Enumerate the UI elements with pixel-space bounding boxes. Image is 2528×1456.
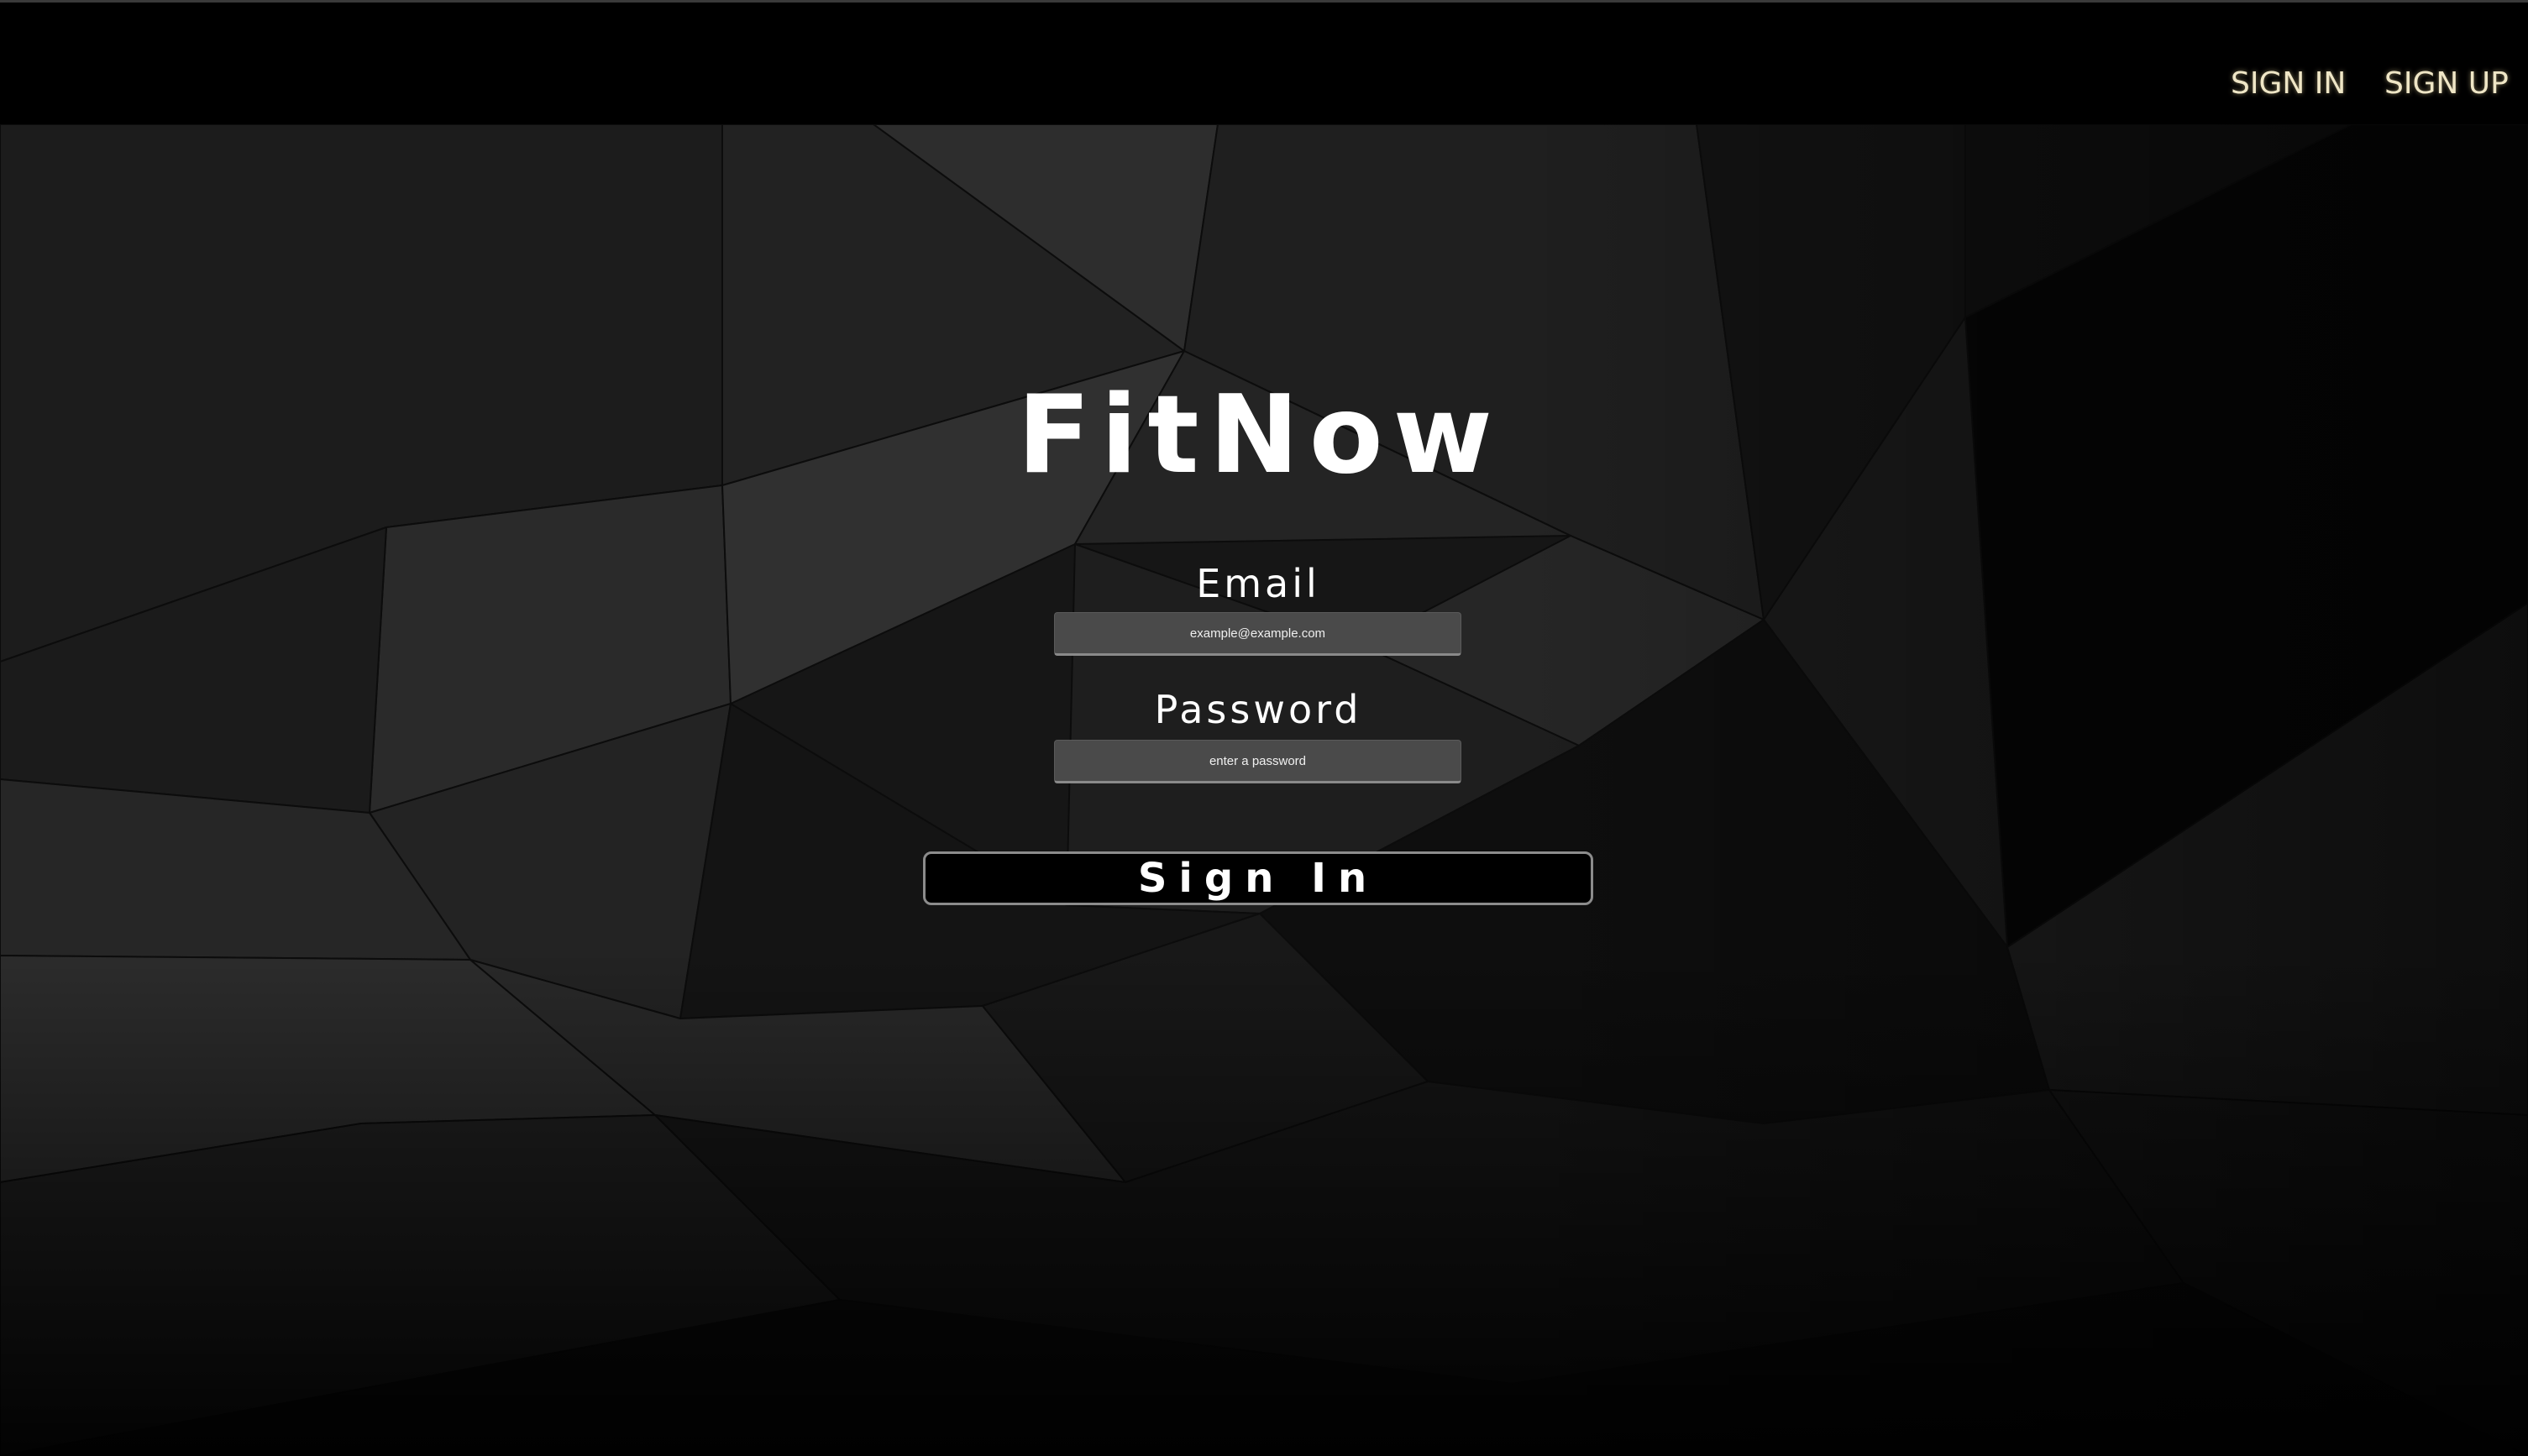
login-page: SIGN IN SIGN UP FitNow Email example@exa…: [0, 0, 2528, 1456]
email-label: Email: [1196, 561, 1320, 606]
nav-sign-in-link[interactable]: SIGN IN: [2231, 66, 2346, 101]
password-label: Password: [1154, 687, 1362, 732]
login-form: FitNow Email Password Sign In: [0, 0, 2528, 1456]
password-input[interactable]: [1054, 740, 1461, 783]
sign-in-button[interactable]: Sign In: [923, 851, 1593, 905]
email-input[interactable]: [1054, 612, 1461, 656]
top-navbar: SIGN IN SIGN UP: [0, 3, 2528, 124]
app-title: FitNow: [1017, 373, 1503, 498]
nav-sign-up-link[interactable]: SIGN UP: [2384, 66, 2509, 101]
